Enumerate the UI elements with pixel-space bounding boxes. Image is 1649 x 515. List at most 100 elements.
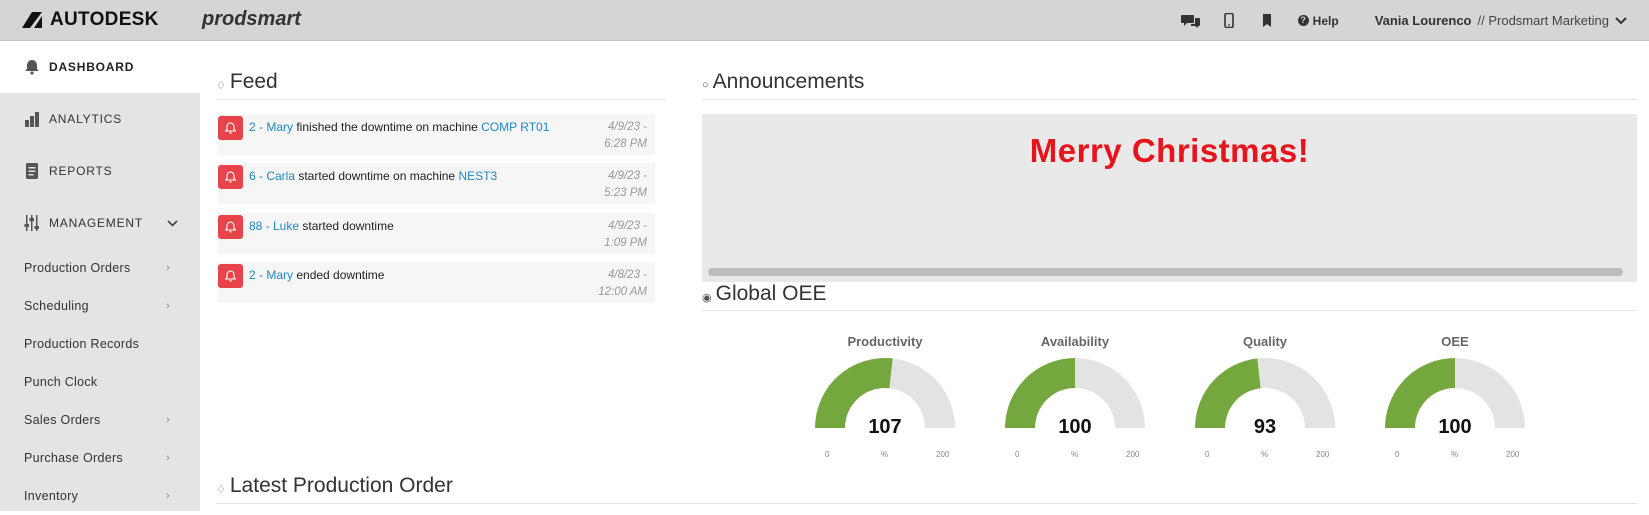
autodesk-mark-icon [22, 12, 42, 28]
oee-gauge-productivity: Productivity 107 0% 200 [805, 334, 965, 464]
gauge-value: 107 [868, 416, 902, 438]
sliders-icon [23, 214, 41, 232]
gauge-max: 200 [936, 450, 950, 459]
sidebar-item-purchase-orders[interactable]: Purchase Orders › [0, 439, 200, 477]
feed-date: 4/8/23 - [608, 269, 647, 281]
feed-message: 6 - Carla started downtime on machine NE… [249, 169, 497, 183]
oee-divider [702, 310, 1637, 311]
gauge-label: OEE [1441, 334, 1469, 349]
chevron-down-icon[interactable] [167, 216, 178, 230]
brand-name: AUTODESK [50, 9, 159, 30]
gauge-label: Availability [1040, 334, 1110, 349]
sidebar-subitem-label: Sales Orders [24, 413, 101, 427]
sidebar-item-scheduling[interactable]: Scheduling › [0, 287, 200, 325]
gauge-max: 200 [1506, 450, 1520, 459]
sidebar-subitem-label: Inventory [24, 489, 79, 503]
sidebar-item-production-orders[interactable]: Production Orders › [0, 249, 200, 287]
gauge-unit: % [1451, 450, 1459, 459]
help-label: Help [1312, 13, 1339, 28]
latest-order-title: Latest Production Order [229, 474, 453, 497]
feed-date: 4/9/23 - [608, 121, 647, 133]
autodesk-logo[interactable]: AUTODESK [22, 9, 159, 31]
feed-item: 2 - Mary ended downtime 4/8/23 - 12:00 A… [218, 262, 655, 303]
feed-timestamp: 4/9/23 - 6:28 PM [587, 119, 647, 153]
gauge-max: 200 [1126, 450, 1140, 459]
feed-time: 1:09 PM [604, 237, 647, 249]
sidebar-item-label: ANALYTICS [49, 112, 122, 126]
sidebar-item-management[interactable]: MANAGEMENT [0, 197, 200, 249]
user-menu[interactable]: Vania Lourenco // Prodsmart Marketing [1375, 13, 1627, 28]
bell-icon [23, 58, 41, 76]
user-link[interactable]: 2 - Mary [249, 120, 293, 134]
horizontal-scrollbar[interactable] [708, 268, 1623, 276]
sidebar-subitem-label: Punch Clock [24, 375, 98, 389]
chevron-right-icon: › [166, 414, 170, 426]
feed-action: ended downtime [293, 268, 385, 282]
feed-time: 6:28 PM [604, 138, 647, 150]
sidebar-item-label: MANAGEMENT [49, 216, 144, 230]
announcements-heading: ○ Announcements [702, 70, 864, 94]
sidebar: DASHBOARD ANALYTICS REPORTS MANAGEMENT P… [0, 41, 200, 511]
bell-outline-icon: ♢ [216, 483, 226, 496]
feed-heading: ♢ Feed [216, 70, 278, 94]
gauge-min: 0 [825, 450, 830, 459]
sidebar-item-reports[interactable]: REPORTS [0, 145, 200, 197]
sidebar-subitem-label: Production Orders [24, 261, 131, 275]
machine-link[interactable]: COMP RT01 [481, 120, 549, 134]
gauge-min: 0 [1395, 450, 1400, 459]
feed-action: started downtime on machine [295, 169, 459, 183]
gauge-min: 0 [1015, 450, 1020, 459]
user-name: Vania Lourenco [1374, 13, 1472, 28]
chevron-right-icon: › [166, 452, 170, 464]
gauge-value: 100 [1438, 416, 1472, 438]
bell-outline-icon: ♢ [216, 79, 226, 92]
feed-item: 88 - Luke started downtime 4/9/23 - 1:09… [218, 213, 655, 254]
product-logo[interactable]: prodsmart [202, 8, 301, 31]
feed-action: finished the downtime on machine [293, 120, 482, 134]
bell-icon [218, 116, 243, 140]
gauge-label: Productivity [847, 334, 923, 349]
dashboard-gauge-icon: ◉ [702, 291, 712, 304]
user-link[interactable]: 6 - Carla [249, 169, 295, 183]
feed-message: 2 - Mary finished the downtime on machin… [249, 120, 549, 134]
sidebar-item-production-records[interactable]: Production Records [0, 325, 200, 363]
gauge-max: 200 [1316, 450, 1330, 459]
sidebar-item-dashboard[interactable]: DASHBOARD [0, 41, 200, 93]
sidebar-item-analytics[interactable]: ANALYTICS [0, 93, 200, 145]
gauge-unit: % [881, 450, 889, 459]
oee-title: Global OEE [715, 282, 827, 305]
help-link[interactable]: ? Help [1297, 13, 1339, 28]
user-link[interactable]: 88 - Luke [249, 219, 299, 233]
mobile-icon[interactable] [1210, 0, 1248, 41]
sidebar-item-label: DASHBOARD [49, 60, 135, 74]
announcement-message: Merry Christmas! [1029, 132, 1310, 169]
sidebar-item-punch-clock[interactable]: Punch Clock [0, 363, 200, 401]
sidebar-item-label: REPORTS [49, 164, 113, 178]
oee-gauge-availability: Availability 100 0% 200 [995, 334, 1155, 464]
feed-date: 4/9/23 - [608, 170, 647, 182]
announcements-title: Announcements [712, 70, 865, 93]
user-link[interactable]: 2 - Mary [249, 268, 293, 282]
speech-bubble-icon: ○ [702, 79, 709, 91]
machine-link[interactable]: NEST3 [458, 169, 497, 183]
bar-chart-icon [23, 110, 41, 128]
gauge-value: 93 [1253, 416, 1277, 438]
gauge-label: Quality [1242, 334, 1288, 349]
chat-icon[interactable] [1172, 0, 1210, 41]
feed-title: Feed [229, 70, 278, 93]
sidebar-item-sales-orders[interactable]: Sales Orders › [0, 401, 200, 439]
sidebar-subitem-label: Purchase Orders [24, 451, 123, 465]
question-icon: ? [1297, 15, 1309, 26]
feed-message: 88 - Luke started downtime [249, 219, 394, 233]
gauge-unit: % [1261, 450, 1269, 459]
sidebar-subitem-label: Production Records [24, 337, 140, 351]
bell-icon [218, 264, 243, 288]
bell-icon [218, 215, 243, 239]
chevron-down-icon [1615, 13, 1627, 28]
gauge-min: 0 [1205, 450, 1210, 459]
feed-action: started downtime [299, 219, 394, 233]
bookmark-icon[interactable] [1248, 0, 1286, 41]
sidebar-item-inventory[interactable]: Inventory › [0, 477, 200, 515]
announcement-panel: Merry Christmas! [702, 114, 1637, 282]
latest-order-heading: ♢ Latest Production Order [216, 474, 453, 498]
